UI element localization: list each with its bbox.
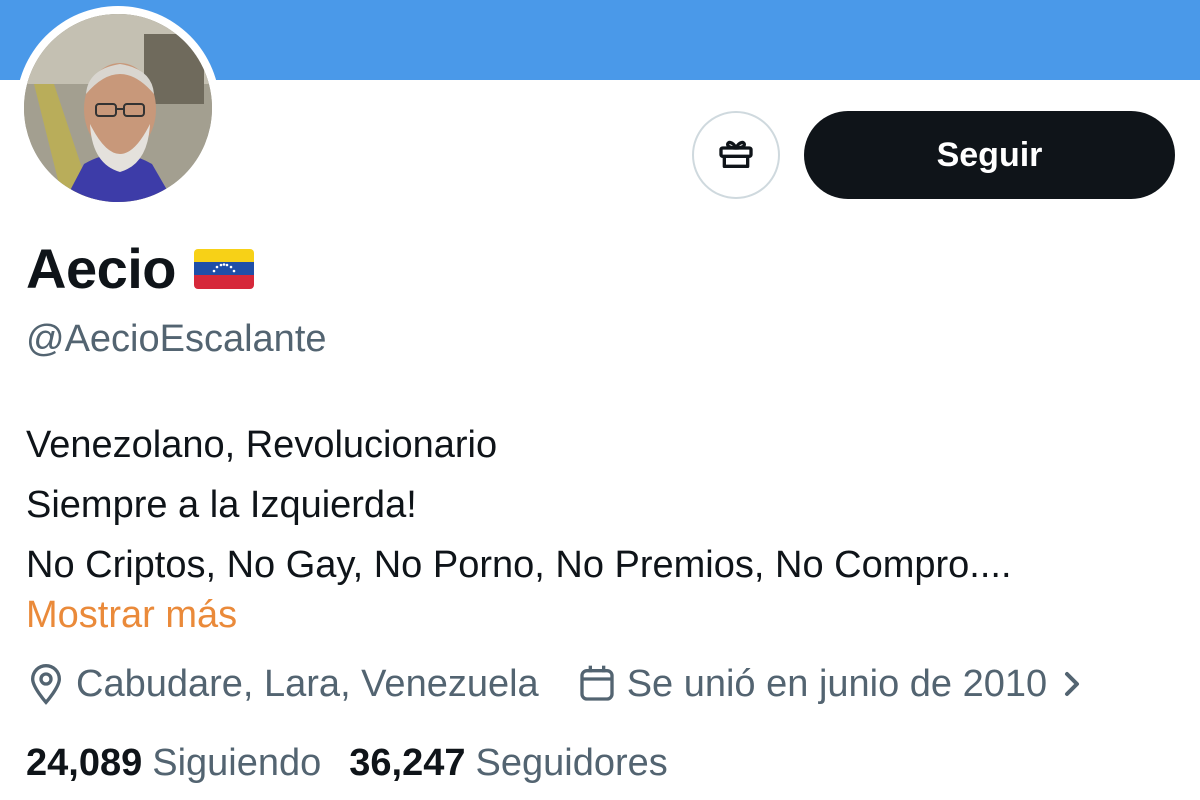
follow-button-label: Seguir xyxy=(936,135,1043,174)
avatar[interactable] xyxy=(24,14,212,202)
joined-date[interactable]: Se unió en junio de 2010 xyxy=(577,662,1085,706)
followers-count: 36,247 xyxy=(349,742,466,784)
calendar-icon xyxy=(577,662,617,706)
followers-label: Seguidores xyxy=(475,742,668,784)
gift-button[interactable] xyxy=(692,111,780,199)
following-count: 24,089 xyxy=(26,742,143,784)
location-text: Cabudare, Lara, Venezuela xyxy=(76,662,539,705)
display-name: Aecio xyxy=(26,237,177,300)
following-label: Siguiendo xyxy=(152,742,322,784)
gift-icon xyxy=(716,133,756,178)
followers-count-link[interactable]: 36,247 Seguidores xyxy=(349,742,667,785)
bio-line: Siempre a la Izquierda! xyxy=(26,484,417,526)
follow-counts: 24,089 Siguiendo 36,247 Seguidores xyxy=(26,742,696,785)
follow-button[interactable]: Seguir xyxy=(804,111,1175,199)
chevron-right-icon xyxy=(1061,662,1085,706)
show-more-link[interactable]: Mostrar más xyxy=(26,594,237,637)
location-pin-icon xyxy=(26,662,66,706)
bio: Venezolano, Revolucionario Siempre a la … xyxy=(26,415,1012,595)
location: Cabudare, Lara, Venezuela xyxy=(26,662,539,706)
profile-meta: Cabudare, Lara, Venezuela Se unió en jun… xyxy=(26,662,1085,706)
bio-line: No Criptos, No Gay, No Porno, No Premios… xyxy=(26,544,1012,586)
avatar-container[interactable] xyxy=(16,6,220,210)
venezuela-flag-icon xyxy=(194,248,254,289)
display-name-row: Aecio xyxy=(26,236,254,301)
joined-text: Se unió en junio de 2010 xyxy=(626,662,1048,705)
bio-line: Venezolano, Revolucionario xyxy=(26,424,498,466)
user-handle: @AecioEscalante xyxy=(26,318,327,360)
following-count-link[interactable]: 24,089 Siguiendo xyxy=(26,742,321,785)
